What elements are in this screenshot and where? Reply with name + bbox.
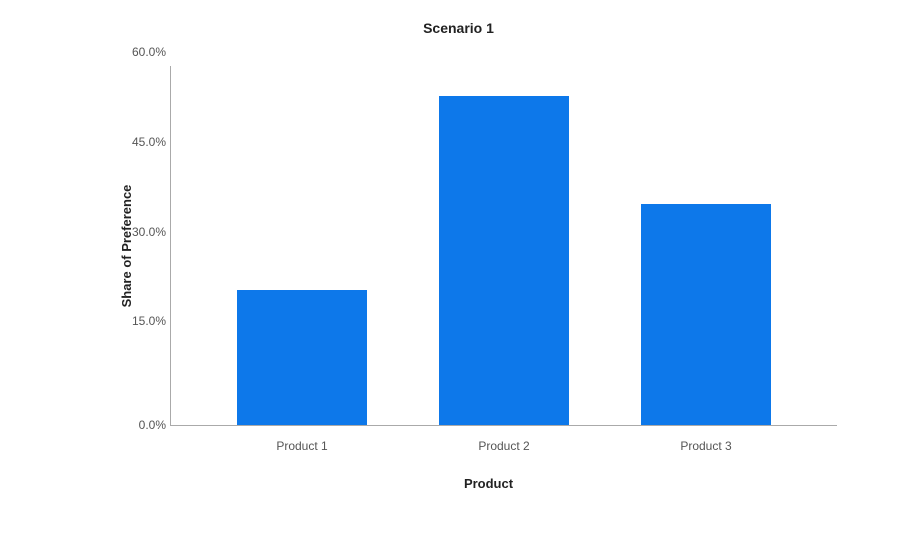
chart-container: Scenario 1 Share of Preference 0.0% 15.0… <box>0 0 917 553</box>
x-tick-label-1: Product 2 <box>478 439 529 453</box>
chart-title: Scenario 1 <box>60 20 857 36</box>
bar-product-2 <box>439 96 569 425</box>
y-tick-4: 60.0% <box>121 45 166 59</box>
bar-product-1 <box>237 290 367 425</box>
y-axis-label: Share of Preference <box>119 185 134 308</box>
x-tick-label-2: Product 3 <box>680 439 731 453</box>
plot-region: Share of Preference 0.0% 15.0% 30.0% 45.… <box>120 66 837 426</box>
plot-area: 0.0% 15.0% 30.0% 45.0% 60.0% Product 1 P… <box>170 66 837 426</box>
y-tick-0: 0.0% <box>121 418 166 432</box>
y-tick-3: 45.0% <box>121 135 166 149</box>
x-axis-label: Product <box>120 476 857 491</box>
bars-group: Product 1 Product 2 Product 3 <box>171 66 837 425</box>
bar-slot-2: Product 3 <box>605 66 807 425</box>
bar-slot-1: Product 2 <box>403 66 605 425</box>
y-tick-1: 15.0% <box>121 314 166 328</box>
bar-product-3 <box>641 204 771 425</box>
bar-slot-0: Product 1 <box>201 66 403 425</box>
y-tick-2: 30.0% <box>121 225 166 239</box>
x-tick-label-0: Product 1 <box>276 439 327 453</box>
